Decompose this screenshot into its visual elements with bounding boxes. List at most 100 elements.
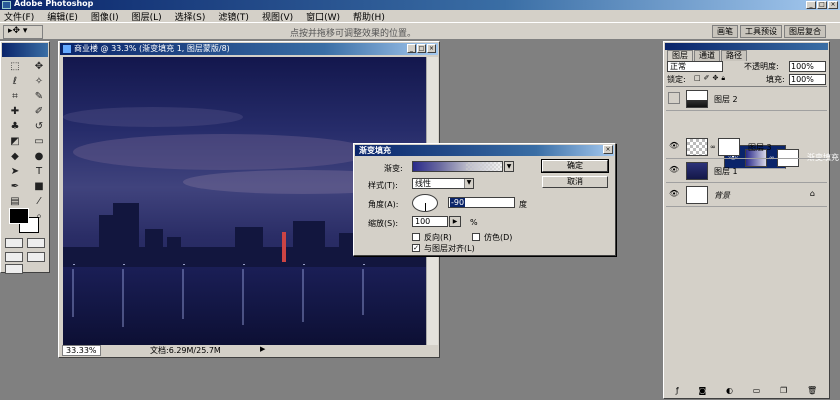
lock-image-icon[interactable]: ✐ bbox=[704, 74, 710, 83]
gradient-dropdown-icon[interactable]: ▼ bbox=[504, 161, 514, 172]
move-tool-icon[interactable]: ✥ bbox=[28, 60, 50, 73]
scale-label: 缩放(S): bbox=[368, 219, 399, 228]
document-close-button[interactable]: × bbox=[427, 44, 436, 53]
reverse-checkbox[interactable] bbox=[412, 233, 420, 241]
dialog-close-button[interactable]: × bbox=[603, 145, 613, 154]
blend-mode-select[interactable]: 正常 bbox=[667, 61, 723, 72]
eye-icon[interactable]: 👁︎ bbox=[669, 189, 681, 199]
tab-channels[interactable]: 通道 bbox=[694, 50, 720, 61]
layer-thumbnail bbox=[686, 162, 708, 180]
menu-filter[interactable]: 滤镜(T) bbox=[218, 10, 249, 23]
lock-all-icon[interactable]: 🔒︎ bbox=[721, 74, 725, 83]
menu-view[interactable]: 视图(V) bbox=[262, 10, 293, 23]
tab-paths[interactable]: 路径 bbox=[721, 50, 747, 61]
gradient-tool-icon[interactable]: ▭ bbox=[28, 135, 50, 148]
document-minimize-button[interactable]: _ bbox=[407, 44, 416, 53]
new-fill-layer-icon[interactable]: ◐ bbox=[726, 386, 733, 395]
type-tool-icon[interactable]: T bbox=[28, 165, 50, 178]
scale-input[interactable]: 100 bbox=[412, 216, 448, 227]
document-title: 商业楼 @ 33.3% (渐变填充 1, 图层蒙版/8) bbox=[74, 44, 230, 53]
angle-input-value: -90 bbox=[450, 198, 466, 207]
reverse-label: 反向(R) bbox=[424, 233, 452, 242]
screen-mode-full-icon[interactable] bbox=[27, 252, 45, 262]
blur-tool-icon[interactable]: ◆ bbox=[4, 150, 26, 163]
chain-link-icon[interactable]: ∞ bbox=[710, 143, 716, 151]
eyedropper-tool-icon[interactable]: ⁄ bbox=[28, 195, 50, 208]
eye-icon[interactable]: 👁︎ bbox=[669, 141, 681, 151]
eraser-tool-icon[interactable]: ◩ bbox=[4, 135, 26, 148]
ok-button[interactable]: 确定 bbox=[541, 159, 609, 173]
screen-mode-standard-icon[interactable] bbox=[5, 252, 23, 262]
magic-wand-tool-icon[interactable]: ✧ bbox=[28, 75, 50, 88]
imageready-icon[interactable] bbox=[5, 264, 23, 274]
crop-tool-icon[interactable]: ⌗ bbox=[4, 90, 26, 103]
marquee-tool-icon[interactable]: ⬚ bbox=[4, 60, 26, 73]
visibility-toggle-empty[interactable] bbox=[668, 92, 680, 104]
menu-file[interactable]: 文件(F) bbox=[4, 10, 34, 23]
quick-mask-mode-icon[interactable] bbox=[27, 238, 45, 248]
panel-well-brushes[interactable]: 画笔 bbox=[712, 25, 738, 38]
gradient-fill-dialog: 渐变填充 × 渐变: ▼ 样式(T): 线性 ▼ 角度(A): -90 度 缩放… bbox=[353, 143, 616, 256]
dither-checkbox[interactable] bbox=[472, 233, 480, 241]
menu-image[interactable]: 图像(I) bbox=[91, 10, 119, 23]
align-with-layer-checkbox[interactable]: ✓ bbox=[412, 244, 420, 252]
menu-select[interactable]: 选择(S) bbox=[175, 10, 206, 23]
app-titlebar: Adobe Photoshop _ □ × bbox=[0, 0, 840, 10]
scale-slider-arrow-icon[interactable]: ▶ bbox=[449, 216, 461, 227]
document-status-bar: 33.33% 文档:6.29M/25.7M ▶ bbox=[60, 345, 438, 356]
lock-transparency-icon[interactable]: □ bbox=[694, 74, 701, 83]
brush-tool-icon[interactable]: ✐ bbox=[28, 105, 50, 118]
angle-input[interactable]: -90 bbox=[448, 197, 515, 208]
window-controls: _ □ × bbox=[806, 1, 838, 9]
foreground-color-swatch[interactable] bbox=[9, 208, 29, 224]
cancel-button[interactable]: 取消 bbox=[542, 176, 608, 188]
align-with-layer-label: 与图层对齐(L) bbox=[424, 244, 475, 253]
healing-brush-icon[interactable]: ✚ bbox=[4, 105, 26, 118]
close-button[interactable]: × bbox=[828, 1, 838, 9]
tool-preset-picker[interactable]: ▸✥ ▾ bbox=[3, 25, 43, 39]
angle-dial[interactable] bbox=[412, 194, 438, 212]
add-mask-icon[interactable]: ◙ bbox=[698, 386, 706, 395]
move-tool-icon: ▸✥ ▾ bbox=[8, 26, 28, 36]
document-maximize-button[interactable]: □ bbox=[417, 44, 426, 53]
slice-tool-icon[interactable]: ✎ bbox=[28, 90, 50, 103]
layer-effects-icon[interactable]: ƒ bbox=[676, 386, 679, 395]
menu-window[interactable]: 窗口(W) bbox=[306, 10, 340, 23]
opacity-input[interactable]: 100% bbox=[789, 61, 826, 72]
dodge-tool-icon[interactable]: ● bbox=[28, 150, 50, 163]
minimize-button[interactable]: _ bbox=[806, 1, 816, 9]
new-group-icon[interactable]: ▭ bbox=[753, 386, 761, 395]
dither-label: 仿色(D) bbox=[484, 233, 513, 242]
lasso-tool-icon[interactable]: ℓ bbox=[4, 75, 26, 88]
layers-panel-footer: ƒ ◙ ◐ ▭ ❐ 🗑︎ bbox=[666, 384, 827, 396]
maximize-button[interactable]: □ bbox=[817, 1, 827, 9]
delete-layer-icon[interactable]: 🗑︎ bbox=[807, 386, 817, 395]
lock-position-icon[interactable]: ✥ bbox=[713, 74, 719, 83]
layer-row-layer-3[interactable]: 👁︎ ∞ 图层 3 bbox=[666, 135, 827, 159]
standard-mode-icon[interactable] bbox=[5, 238, 23, 248]
layers-panel-tabs: 图层 通道 路径 bbox=[667, 50, 748, 61]
pen-tool-icon[interactable]: ✒ bbox=[4, 180, 26, 193]
layer-row-background[interactable]: 👁︎ 背景 ⌂ bbox=[666, 183, 827, 207]
layer-row-layer-2[interactable]: 图层 2 bbox=[666, 87, 827, 111]
jump-to-imageready bbox=[5, 264, 23, 274]
menu-layer[interactable]: 图层(L) bbox=[132, 10, 162, 23]
layer-row-layer-1[interactable]: 👁︎ 图层 1 bbox=[666, 159, 827, 183]
path-selection-icon[interactable]: ➤ bbox=[4, 165, 26, 178]
tab-layers[interactable]: 图层 bbox=[667, 50, 693, 61]
menu-edit[interactable]: 编辑(E) bbox=[47, 10, 78, 23]
status-menu-arrow-icon[interactable]: ▶ bbox=[260, 345, 265, 353]
notes-tool-icon[interactable]: ▤ bbox=[4, 195, 26, 208]
menu-help[interactable]: 帮助(H) bbox=[353, 10, 385, 23]
zoom-level-field[interactable]: 33.33% bbox=[62, 345, 101, 356]
clone-stamp-icon[interactable]: ♣ bbox=[4, 120, 26, 133]
panel-well-tool-presets[interactable]: 工具预设 bbox=[740, 25, 782, 38]
new-layer-icon[interactable]: ❐ bbox=[780, 386, 787, 395]
shape-tool-icon[interactable]: ■ bbox=[28, 180, 50, 193]
gradient-preview-swatch[interactable] bbox=[412, 161, 503, 172]
fill-input[interactable]: 100% bbox=[789, 74, 826, 85]
eye-icon[interactable]: 👁︎ bbox=[669, 165, 681, 175]
history-brush-icon[interactable]: ↺ bbox=[28, 120, 50, 133]
panel-well-layer-comps[interactable]: 图层复合 bbox=[784, 25, 826, 38]
style-select[interactable]: 线性 ▼ bbox=[412, 178, 474, 189]
